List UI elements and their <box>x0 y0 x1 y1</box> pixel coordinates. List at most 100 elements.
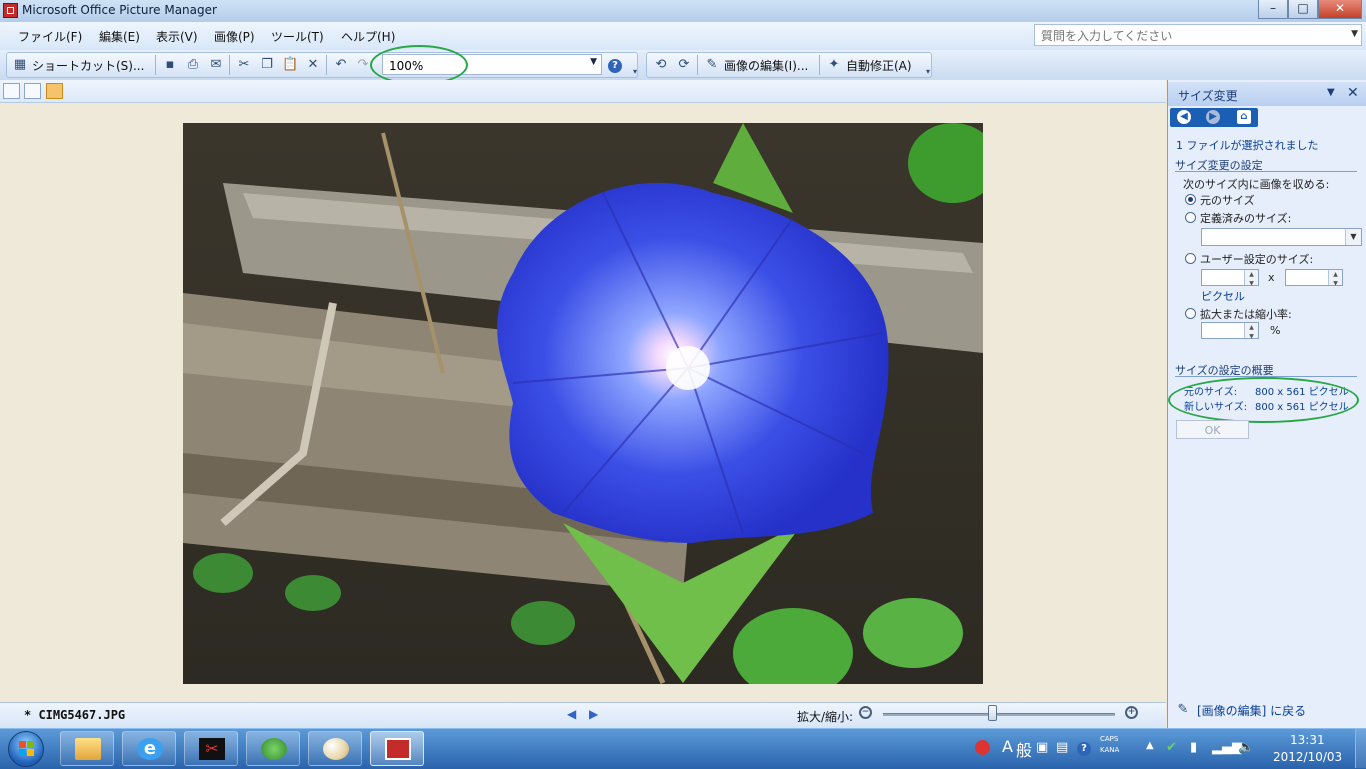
radio-percent[interactable] <box>1185 308 1196 319</box>
show-hidden-icons-icon[interactable]: ▲ <box>1146 740 1154 751</box>
taskbar-snipping-tool[interactable]: ✂ <box>184 731 238 766</box>
rotate-right-icon[interactable]: ⟳ <box>676 57 692 73</box>
new-size-value: 800 x 561 ピクセル <box>1255 402 1349 413</box>
auto-correct-button[interactable]: 自動修正(A) <box>846 57 912 74</box>
zoom-slider-track[interactable] <box>883 713 1115 716</box>
chevron-down-icon[interactable]: ▼ <box>1327 87 1335 98</box>
rotate-left-icon[interactable]: ⟲ <box>653 57 669 73</box>
taskbar-explorer[interactable] <box>60 731 114 766</box>
zoom-input[interactable] <box>387 56 581 75</box>
auto-correct-icon[interactable]: ✦ <box>826 57 842 73</box>
taskbar-paint[interactable] <box>308 731 362 766</box>
menu-file[interactable]: ファイル(F) <box>18 28 82 45</box>
zoom-combo[interactable]: ▼ <box>382 54 602 75</box>
forward-icon: ▶ <box>1206 110 1220 124</box>
close-icon[interactable]: ✕ <box>1347 85 1359 101</box>
chevron-down-icon[interactable]: ▼ <box>590 57 597 67</box>
add-shortcut-button[interactable]: ショートカット(S)... <box>32 57 144 74</box>
radio-predefined-size[interactable] <box>1185 212 1196 223</box>
clock-date[interactable]: 2012/10/03 <box>1273 750 1342 764</box>
back-to-edit-picture-link[interactable]: [画像の編集] に戻る <box>1197 702 1306 719</box>
close-button[interactable]: ✕ <box>1318 0 1362 19</box>
option-original-size-label: 元のサイズ <box>1200 194 1255 207</box>
menu-help[interactable]: ヘルプ(H) <box>341 28 395 45</box>
minimize-button[interactable]: – <box>1258 0 1288 19</box>
taskbar-picture-manager[interactable] <box>370 731 424 766</box>
filmstrip-view-button[interactable] <box>24 83 41 99</box>
menu-tools[interactable]: ツール(T) <box>271 28 324 45</box>
radio-original-size[interactable] <box>1185 194 1196 205</box>
new-size-label: 新しいサイズ: <box>1184 402 1248 413</box>
help-question-input[interactable] <box>1039 26 1343 46</box>
option-percent-label: 拡大または縮小率: <box>1200 308 1292 321</box>
current-filename: * CIMG5467.JPG <box>24 708 126 722</box>
previous-picture-icon[interactable]: ◀ <box>567 707 576 721</box>
menu-picture[interactable]: 画像(P) <box>214 28 255 45</box>
edit-picture-button[interactable]: 画像の編集(I)... <box>724 57 808 74</box>
menu-view[interactable]: 表示(V) <box>156 28 198 45</box>
toolbar-options-icon[interactable]: ▾ <box>920 64 936 80</box>
zoom-out-icon[interactable]: − <box>859 706 872 719</box>
chevron-down-icon[interactable]: ▼ <box>1351 29 1358 39</box>
ime-toolbar-icon[interactable] <box>975 740 990 759</box>
task-pane-title[interactable]: サイズ変更 <box>1178 87 1238 104</box>
toolbar-separator <box>229 55 230 75</box>
custom-height-input: ▲ ▼ <box>1285 269 1343 287</box>
toolbar-options-icon[interactable]: ▾ <box>627 64 643 80</box>
width-spinner: ▲ ▼ <box>1244 270 1258 287</box>
windows-logo-icon <box>19 741 26 748</box>
toolbar-separator <box>155 55 156 75</box>
save-icon[interactable]: ▪ <box>162 57 178 73</box>
taskbar-messenger[interactable] <box>246 731 300 766</box>
edit-picture-icon[interactable]: ✎ <box>1175 702 1191 718</box>
palette-icon <box>323 738 349 760</box>
help-question-box[interactable]: ▼ <box>1034 24 1362 46</box>
copy-icon[interactable]: ❐ <box>259 57 275 73</box>
section-divider <box>1175 376 1357 377</box>
send-mail-icon[interactable]: ✉ <box>208 57 224 73</box>
cut-icon[interactable]: ✂ <box>236 57 252 73</box>
option-custom-size-label: ユーザー設定のサイズ: <box>1200 253 1314 266</box>
ime-pad-icon[interactable]: ▤ <box>1056 740 1068 755</box>
print-icon[interactable]: ⎙ <box>185 57 201 73</box>
delete-icon[interactable]: ✕ <box>305 57 321 73</box>
ime-input-mode[interactable]: A <box>1002 737 1013 756</box>
security-icon[interactable]: ✔ <box>1166 740 1177 755</box>
section-divider <box>1175 171 1357 172</box>
show-desktop-button[interactable] <box>1355 729 1366 768</box>
shortcut-icon[interactable]: ▦ <box>12 57 28 73</box>
clock-time[interactable]: 13:31 <box>1290 733 1325 747</box>
taskbar-internet-explorer[interactable]: e <box>122 731 176 766</box>
radio-custom-size[interactable] <box>1185 253 1196 264</box>
edit-picture-icon[interactable]: ✎ <box>704 57 720 73</box>
ime-help-icon[interactable]: ? <box>1077 740 1091 756</box>
ime-conversion-mode[interactable]: 般 <box>1016 737 1032 761</box>
zoom-in-icon[interactable]: + <box>1125 706 1138 719</box>
redo-icon: ↷ <box>357 57 369 72</box>
picture-manager-app-icon[interactable] <box>3 3 18 18</box>
help-icon[interactable]: ? <box>607 57 623 73</box>
original-size-label: 元のサイズ: <box>1184 387 1238 398</box>
back-icon[interactable]: ◀ <box>1177 110 1191 124</box>
windows-logo-icon <box>27 749 34 756</box>
single-picture-view-button[interactable] <box>46 83 63 99</box>
thumbnail-view-button[interactable] <box>3 83 20 99</box>
paste-icon[interactable]: 📋 <box>282 57 298 73</box>
maximize-button[interactable]: □ <box>1288 0 1318 19</box>
menu-edit[interactable]: 編集(E) <box>99 28 140 45</box>
ime-tools-icon[interactable]: ▣ <box>1036 740 1048 755</box>
toolbar-separator <box>819 55 820 75</box>
internet-explorer-icon: e <box>137 738 163 760</box>
picture-manager-icon <box>385 738 411 760</box>
home-icon[interactable]: ⌂ <box>1237 110 1251 124</box>
percent-input: ▲ ▼ <box>1201 322 1259 340</box>
window-title: Microsoft Office Picture Manager <box>22 3 217 17</box>
next-picture-icon[interactable]: ▶ <box>589 707 598 721</box>
undo-icon[interactable]: ↶ <box>333 57 349 73</box>
volume-icon[interactable]: 🔈 <box>1238 740 1254 755</box>
toolbar-separator <box>697 55 698 75</box>
start-button[interactable] <box>8 731 44 767</box>
custom-size-separator: x <box>1268 271 1275 284</box>
zoom-slider-thumb[interactable] <box>987 705 997 721</box>
device-icon[interactable]: ▮ <box>1190 740 1197 755</box>
